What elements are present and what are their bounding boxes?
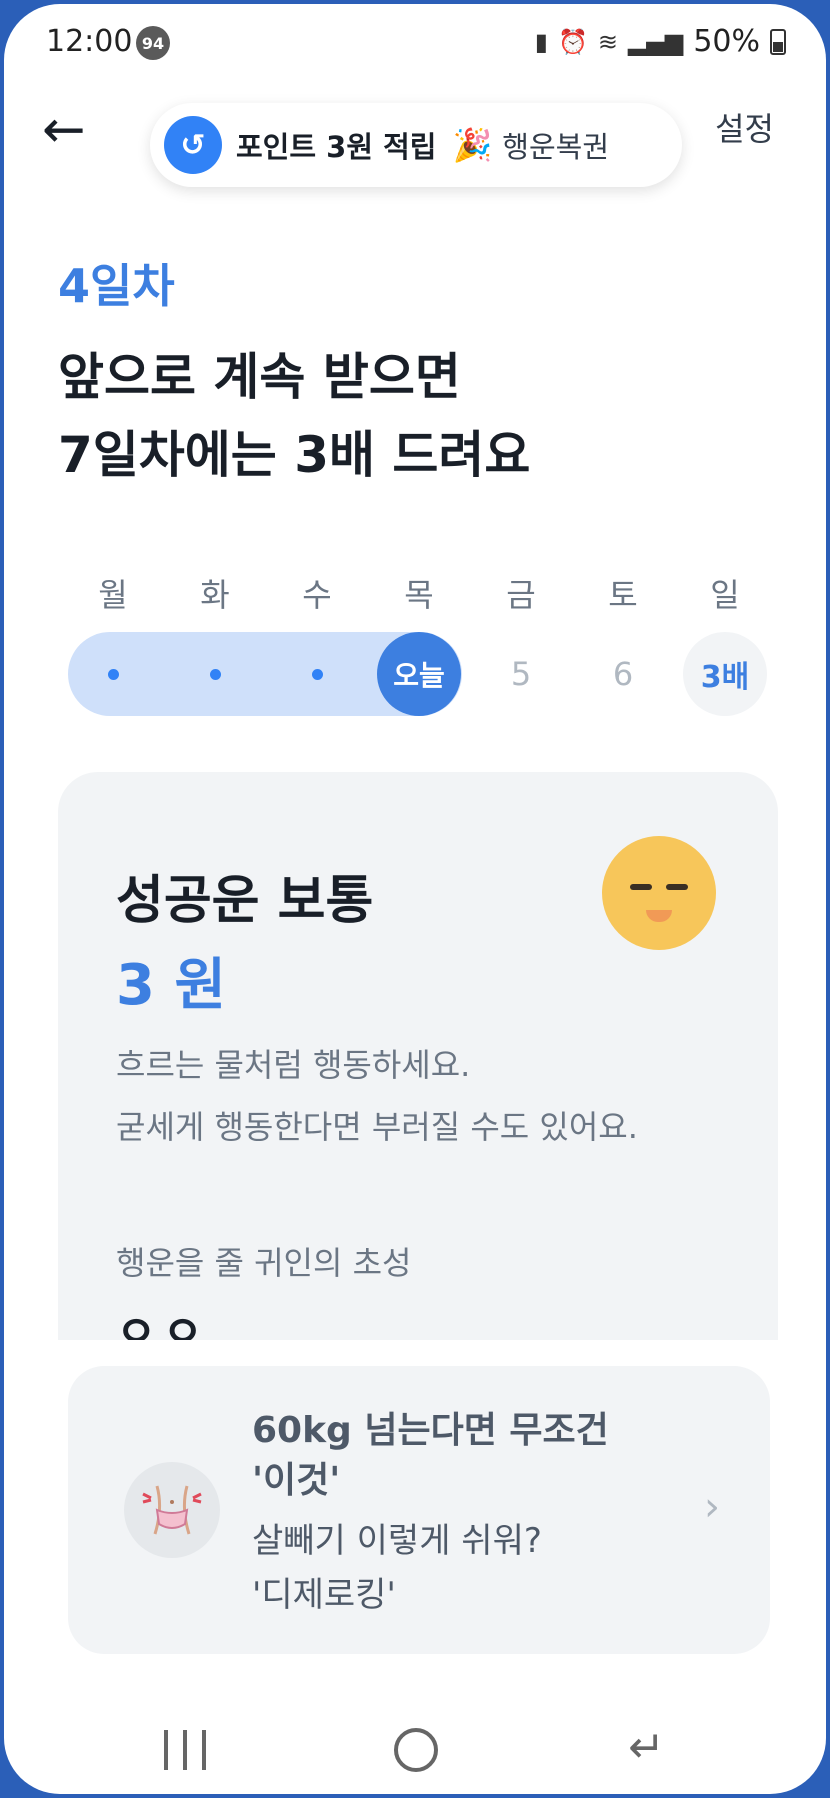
system-nav-bar: ↵ [4, 1704, 826, 1794]
weekday-tue: 화 [200, 576, 230, 614]
benefactor-label: 행운을 줄 귀인의 초성 [116, 1244, 412, 1282]
points-earned-label: 포인트 3원 적립 [236, 130, 437, 164]
reward-amount: 3 원 [116, 953, 226, 1018]
alarm-icon: ⏰ [557, 27, 588, 56]
back-button[interactable]: ← [42, 100, 102, 160]
face-eye-left [630, 884, 652, 890]
ad-thumbnail [124, 1462, 220, 1558]
phone-screen: 12:00 94 ▮ ⏰ ≋ ▂▄▆ 50% ← ↺ 포인트 3원 적립 🎉 행… [4, 4, 826, 1794]
arrow-left-icon: ← [42, 100, 86, 160]
ad-headline-line-1: 60kg 넘는다면 무조건 [252, 1410, 609, 1451]
today-marker: 오늘 [377, 632, 461, 716]
notification-count-badge: 94 [136, 26, 170, 60]
day-cell-sun: 3배 [674, 632, 776, 716]
toss-point-logo-icon: ↺ [164, 116, 222, 174]
completed-dot-icon [311, 668, 323, 680]
ad-body-line-1: 살빼기 이렇게 쉬워? [252, 1521, 542, 1561]
future-day-5: 5 [510, 655, 532, 693]
ad-body: 살빼기 이렇게 쉬워? '디제로킹' [252, 1514, 672, 1622]
day-cell-sat: 6 [572, 632, 674, 716]
description-line-1: 흐르는 물처럼 행동하세요. [116, 1046, 471, 1084]
weekday-sat: 토 [608, 576, 638, 614]
day-cell-mon [62, 632, 164, 716]
day-cell-thu: 오늘 [368, 632, 470, 716]
battery-icon [770, 28, 786, 55]
ad-headline: 60kg 넘는다면 무조건 '이것' [252, 1406, 672, 1506]
completed-dot-icon [107, 668, 119, 680]
completed-dot-icon [209, 668, 221, 680]
status-bar: 12:00 94 ▮ ⏰ ≋ ▂▄▆ 50% [4, 4, 826, 84]
future-day-6: 6 [612, 655, 634, 693]
system-back-button[interactable]: ↵ [628, 1722, 665, 1773]
day-cell-fri: 5 [470, 632, 572, 716]
weekday-fri: 금 [506, 576, 536, 614]
home-button[interactable] [394, 1728, 438, 1772]
lottery-label: 행운복권 [502, 130, 610, 164]
fortune-title: 성공운 보통 [116, 871, 374, 931]
fortune-description: 흐르는 물처럼 행동하세요. 굳세게 행동한다면 부러질 수도 있어요. [116, 1034, 638, 1158]
settings-button[interactable]: 설정 [715, 104, 774, 150]
points-banner[interactable]: ↺ 포인트 3원 적립 🎉 행운복권 [150, 103, 682, 187]
page-headline: 앞으로 계속 받으면 7일차에는 3배 드려요 [58, 338, 530, 494]
sleepy-face-icon [602, 836, 716, 950]
day-count: 4일차 [58, 259, 175, 313]
weekday-sun: 일 [710, 576, 740, 614]
fortune-card: 성공운 보통 3 원 흐르는 물처럼 행동하세요. 굳세게 행동한다면 부러질 … [58, 772, 778, 1340]
wifi-icon: ≋ [597, 27, 618, 56]
description-line-2: 굳세게 행동한다면 부러질 수도 있어요. [116, 1108, 638, 1146]
day-cell-tue [164, 632, 266, 716]
ad-banner[interactable]: 60kg 넘는다면 무조건 '이것' 살빼기 이렇게 쉬워? '디제로킹' › [68, 1366, 770, 1654]
status-icons: ▮ ⏰ ≋ ▂▄▆ 50% [535, 24, 786, 59]
status-time: 12:00 [46, 24, 133, 59]
bonus-day-marker: 3배 [683, 632, 767, 716]
chevron-right-icon: › [704, 1484, 720, 1530]
face-eye-right [666, 884, 688, 890]
battery-percent: 50% [693, 24, 760, 59]
face-mouth [646, 910, 672, 922]
streak-tracker: 오늘 5 6 3배 [62, 632, 776, 716]
weekday-mon: 월 [98, 576, 128, 614]
benefactor-initials: ㅇㅇ [116, 1307, 209, 1340]
signal-icon: ▂▄▆ [627, 27, 684, 56]
day-cell-wed [266, 632, 368, 716]
headline-line-1: 앞으로 계속 받으면 [58, 348, 461, 406]
recent-apps-button[interactable] [164, 1730, 206, 1770]
headline-line-2: 7일차에는 3배 드려요 [58, 426, 531, 484]
battery-saver-icon: ▮ [534, 27, 548, 56]
waist-icon [142, 1485, 202, 1535]
weekday-wed: 수 [302, 576, 332, 614]
ad-headline-line-2: '이것' [252, 1460, 341, 1501]
ad-body-line-2: '디제로킹' [252, 1575, 396, 1615]
weekday-labels: 월 화 수 목 금 토 일 [62, 570, 776, 616]
weekday-thu: 목 [404, 576, 434, 614]
party-popper-icon: 🎉 [452, 126, 493, 164]
